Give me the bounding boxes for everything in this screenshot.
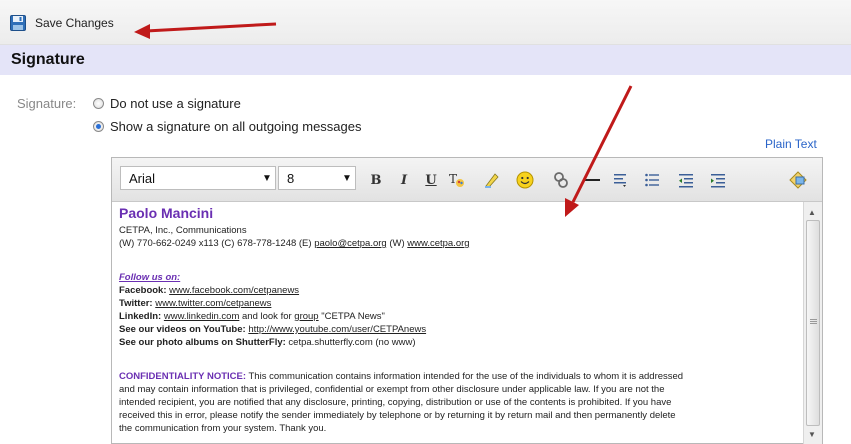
insert-image-icon[interactable] (788, 170, 808, 190)
radio-no-signature[interactable]: Do not use a signature (93, 96, 241, 111)
font-size-value: 8 (287, 171, 295, 186)
confidentiality-line-1: CONFIDENTIALITY NOTICE: This communicati… (119, 370, 683, 383)
dropdown-arrow-icon: ▼ (342, 173, 352, 184)
linkedin-line: LinkedIn: www.linkedin.com and look for … (119, 310, 385, 323)
facebook-line: Facebook: www.facebook.com/cetpanews (119, 284, 299, 297)
linkedin-label: LinkedIn: (119, 311, 162, 322)
underline-icon[interactable]: U (421, 170, 441, 190)
confidentiality-line-2: and may contain information that is priv… (119, 384, 665, 395)
radio-label: Show a signature on all outgoing message… (110, 119, 362, 134)
save-changes-button[interactable]: Save Changes (10, 12, 114, 34)
radio-show-signature[interactable]: Show a signature on all outgoing message… (93, 119, 362, 134)
youtube-label: See our videos on YouTube: (119, 324, 246, 335)
confidentiality-line-5: the communication from your system. Than… (119, 423, 327, 434)
formatting-toolbar: Arial ▼ 8 ▼ B I U T (112, 158, 822, 202)
company-line: CETPA, Inc., Communications (119, 225, 247, 236)
dropdown-arrow-icon: ▼ (262, 173, 272, 184)
shutterfly-label: See our photo albums on ShutterFly: (119, 337, 286, 348)
text-color-icon[interactable]: T (447, 170, 467, 190)
follow-heading: Follow us on: (119, 272, 181, 283)
confidentiality-heading: CONFIDENTIALITY NOTICE: (119, 371, 247, 382)
outdent-icon[interactable] (676, 170, 696, 190)
signature-field-label: Signature: (17, 96, 77, 111)
indent-icon[interactable] (708, 170, 728, 190)
signature-section-header: Signature (0, 45, 851, 75)
font-size-select[interactable]: 8 ▼ (278, 166, 356, 190)
twitter-line: Twitter: www.twitter.com/cetpanews (119, 297, 271, 310)
font-family-value: Arial (129, 171, 156, 186)
horizontal-rule-icon[interactable] (582, 170, 602, 190)
signature-name: Paolo Mancini (119, 205, 214, 221)
linkedin-mid: and look for (239, 311, 295, 322)
twitter-label: Twitter: (119, 298, 153, 309)
contact-prefix: (W) 770-662-0249 x113 (C) 678-778-1248 (… (119, 238, 315, 249)
align-icon[interactable] (610, 170, 630, 190)
bullet-list-icon[interactable] (642, 170, 662, 190)
italic-icon[interactable]: I (394, 170, 414, 190)
twitter-link[interactable]: www.twitter.com/cetpanews (155, 298, 271, 309)
top-toolbar: Save Changes (0, 0, 851, 45)
contact-line: (W) 770-662-0249 x113 (C) 678-778-1248 (… (119, 237, 470, 250)
contact-mid: (W) (386, 238, 408, 249)
font-family-select[interactable]: Arial ▼ (120, 166, 276, 190)
link-icon[interactable] (551, 170, 571, 190)
linkedin-link[interactable]: www.linkedin.com (164, 311, 240, 322)
linkedin-group-link[interactable]: group (294, 311, 318, 322)
confidentiality-line-3: intended recipient, you are notified tha… (119, 397, 672, 408)
svg-text:T: T (449, 172, 457, 186)
facebook-link[interactable]: www.facebook.com/cetpanews (169, 285, 299, 296)
website-link[interactable]: www.cetpa.org (407, 238, 469, 249)
email-link[interactable]: paolo@cetpa.org (314, 238, 387, 249)
signature-content[interactable]: Paolo Mancini CETPA, Inc., Communication… (112, 202, 802, 444)
youtube-link[interactable]: http://www.youtube.com/user/CETPAnews (248, 324, 426, 335)
radio-label: Do not use a signature (110, 96, 241, 111)
vertical-scrollbar[interactable]: ▲ ▼ (803, 202, 822, 444)
signature-editor: Arial ▼ 8 ▼ B I U T Paolo Mancini CETPA,… (111, 157, 823, 444)
confidentiality-text-1: This communication contains information … (246, 371, 684, 382)
smiley-icon[interactable] (515, 170, 535, 190)
scrollbar-thumb[interactable] (806, 220, 820, 426)
save-changes-label: Save Changes (35, 16, 114, 30)
scroll-down-arrow-icon[interactable]: ▼ (808, 430, 816, 439)
radio-button[interactable] (93, 98, 104, 109)
confidentiality-line-4: received this in error, please notify th… (119, 410, 676, 421)
plain-text-link[interactable]: Plain Text (765, 137, 817, 151)
facebook-label: Facebook: (119, 285, 167, 296)
youtube-line: See our videos on YouTube: http://www.yo… (119, 323, 426, 336)
linkedin-group-name: "CETPA News" (318, 311, 385, 322)
section-title: Signature (11, 51, 85, 68)
grip-icon (810, 319, 817, 320)
shutterfly-line: See our photo albums on ShutterFly: cetp… (119, 336, 416, 349)
floppy-disk-icon (10, 15, 26, 31)
radio-button-checked[interactable] (93, 121, 104, 132)
scroll-up-arrow-icon[interactable]: ▲ (808, 208, 816, 217)
highlight-icon[interactable] (482, 170, 502, 190)
shutterfly-text: cetpa.shutterfly.com (no www) (285, 337, 416, 348)
bold-icon[interactable]: B (366, 170, 386, 190)
